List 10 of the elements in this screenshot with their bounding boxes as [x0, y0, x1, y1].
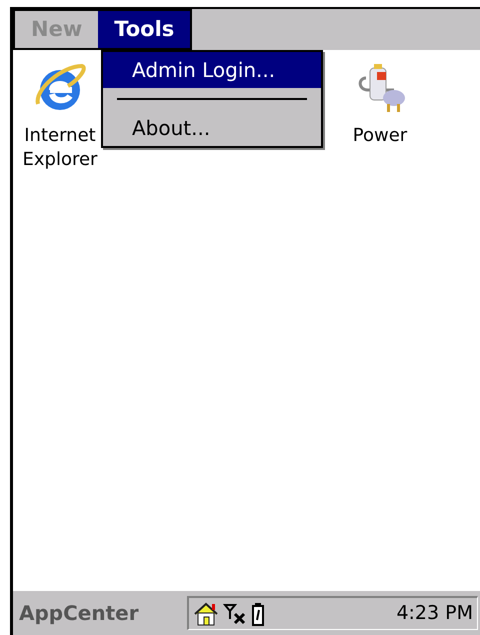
battery-icon[interactable]: [251, 602, 265, 626]
icon-label[interactable]: Power: [338, 124, 422, 148]
menu-option[interactable]: Admin Login...: [103, 52, 321, 88]
icon-label[interactable]: Internet Explorer: [18, 124, 102, 172]
no-signal-icon[interactable]: [223, 602, 247, 626]
menu-item[interactable]: Tools: [98, 11, 190, 48]
app-title: AppCenter: [18, 600, 140, 627]
clock[interactable]: 4:23 PM: [396, 599, 477, 628]
menu-option[interactable]: About...: [103, 110, 321, 146]
home-icon[interactable]: [193, 602, 219, 626]
